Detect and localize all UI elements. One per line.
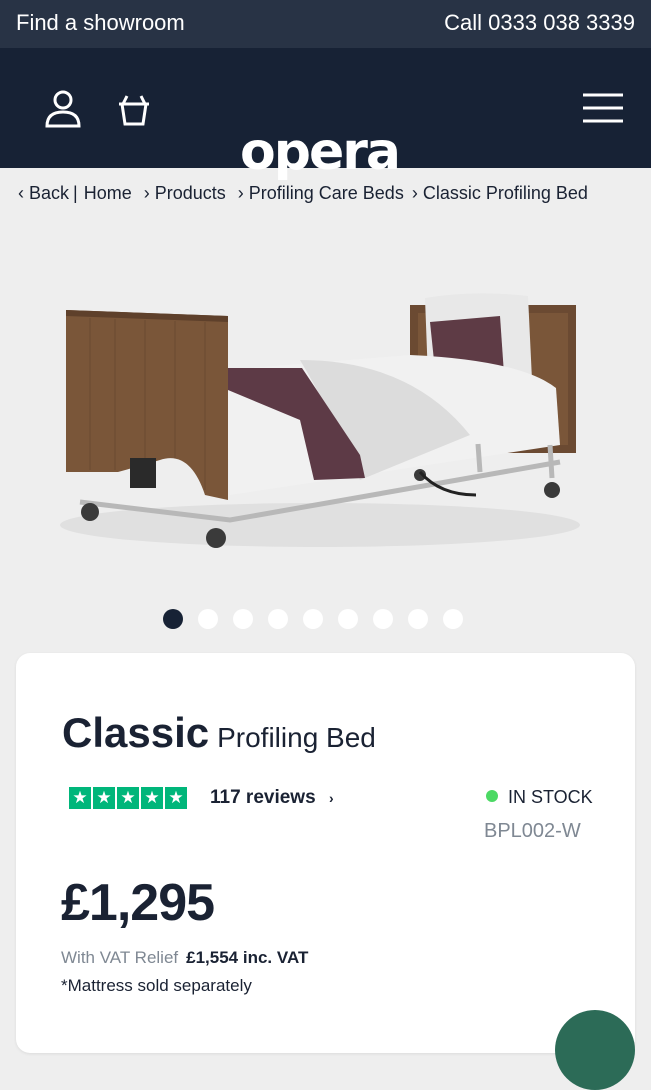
in-stock-indicator (486, 790, 498, 802)
user-icon[interactable] (44, 90, 82, 128)
product-price: £1,295 (61, 874, 215, 932)
gallery-dot[interactable] (443, 609, 463, 629)
star-icon: ★ (117, 787, 139, 809)
mattress-note: *Mattress sold separately (61, 976, 252, 995)
product-title: Classic Profiling Bed (62, 709, 376, 757)
product-card: Classic Profiling Bed ★ ★ ★ ★ ★ 117 revie… (16, 653, 635, 1053)
site-header: opera (0, 48, 651, 182)
star-icon: ★ (69, 787, 91, 809)
star-icon: ★ (141, 787, 163, 809)
gallery-dot[interactable] (268, 609, 288, 629)
breadcrumb: ‹ Back | Home › Products › Profiling Care Be… (18, 183, 592, 204)
gallery-dot[interactable] (408, 609, 428, 629)
chat-button[interactable] (555, 1010, 635, 1090)
vat-relief: With VAT Relief £1,554 inc. VAT (61, 948, 309, 967)
gallery-dot[interactable] (233, 609, 253, 629)
product-title-bold: Classic (62, 709, 210, 756)
gallery-dot[interactable] (303, 609, 323, 629)
find-showroom-link[interactable]: Find a showroom (16, 10, 185, 36)
chevron-right-icon: › (328, 790, 334, 806)
breadcrumb-current: › Classic Profiling Bed (411, 183, 588, 203)
gallery-dot[interactable] (198, 609, 218, 629)
trustpilot-rating[interactable]: ★ ★ ★ ★ ★ (69, 787, 187, 809)
gallery-dot-active[interactable] (163, 609, 183, 629)
star-icon: ★ (165, 787, 187, 809)
menu-icon[interactable] (583, 92, 623, 124)
gallery-pagination (163, 609, 463, 629)
gallery-dot[interactable] (373, 609, 393, 629)
stock-status: IN STOCK (486, 787, 593, 808)
breadcrumb-separator: | (73, 183, 78, 203)
reviews-link[interactable]: 117 reviews › (210, 787, 334, 809)
breadcrumb-products[interactable]: › Products (144, 183, 226, 203)
gallery-dot[interactable] (338, 609, 358, 629)
call-link[interactable]: Call 0333 038 3339 (444, 10, 635, 36)
product-image[interactable] (0, 210, 651, 640)
product-sku: BPL002-W (484, 820, 581, 842)
breadcrumb-category[interactable]: › Profiling Care Beds (238, 183, 404, 203)
star-icon: ★ (93, 787, 115, 809)
top-bar: Find a showroom Call 0333 038 3339 (0, 0, 651, 48)
basket-icon[interactable] (117, 92, 151, 126)
vat-price: £1,554 inc. VAT (186, 948, 309, 967)
back-link[interactable]: ‹ Back (18, 183, 69, 203)
breadcrumb-home[interactable]: Home (84, 183, 132, 203)
product-title-rest: Profiling Bed (217, 722, 376, 753)
